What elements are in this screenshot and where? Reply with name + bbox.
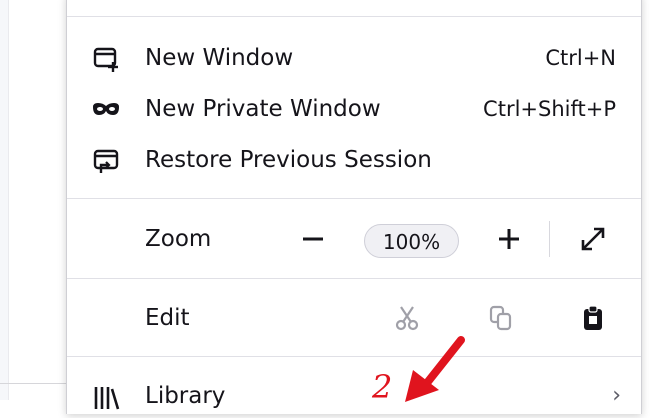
zoom-divider [549, 221, 550, 257]
zoom-row: Zoom 100% [67, 217, 641, 261]
app-menu-panel: New Window Ctrl+N New Private Window Ctr… [66, 0, 642, 414]
annotation-step-number: 2 [372, 368, 393, 406]
menu-separator [67, 16, 641, 17]
copy-icon [489, 305, 512, 331]
scissors-icon [395, 306, 419, 331]
edit-row: Edit [67, 296, 641, 340]
copy-button[interactable] [481, 296, 521, 340]
library-label: Library [145, 383, 226, 409]
background-page [0, 0, 66, 400]
restore-session-icon [92, 147, 120, 175]
annotation-arrow-icon [405, 336, 465, 402]
menu-separator [67, 198, 641, 199]
new-window-item[interactable]: New Window Ctrl+N [67, 36, 641, 80]
new-window-icon [92, 45, 120, 73]
zoom-out-button[interactable] [293, 217, 333, 261]
background-divider [0, 383, 66, 384]
library-icon [92, 383, 120, 411]
menu-separator [67, 278, 641, 279]
library-item[interactable]: Library › [67, 374, 641, 418]
restore-session-label: Restore Previous Session [145, 147, 432, 173]
zoom-label: Zoom [145, 226, 212, 252]
zoom-in-button[interactable] [489, 217, 529, 261]
menu-separator [67, 356, 641, 357]
paste-button[interactable] [573, 296, 613, 340]
chevron-right-icon: › [612, 383, 621, 408]
fullscreen-icon [581, 227, 605, 251]
new-private-window-shortcut: Ctrl+Shift+P [483, 97, 616, 121]
new-window-shortcut: Ctrl+N [545, 46, 616, 70]
left-edge-strip [0, 0, 9, 400]
zoom-reset-button[interactable]: 100% [364, 224, 459, 258]
edit-label: Edit [145, 305, 190, 331]
new-private-window-label: New Private Window [145, 96, 381, 122]
minus-icon [303, 237, 323, 241]
clipboard-icon [584, 305, 602, 330]
new-window-label: New Window [145, 45, 294, 71]
restore-session-item[interactable]: Restore Previous Session [67, 138, 641, 182]
fullscreen-button[interactable] [573, 217, 613, 261]
new-private-window-item[interactable]: New Private Window Ctrl+Shift+P [67, 87, 641, 131]
plus-icon [499, 229, 519, 249]
private-mask-icon [92, 96, 120, 124]
